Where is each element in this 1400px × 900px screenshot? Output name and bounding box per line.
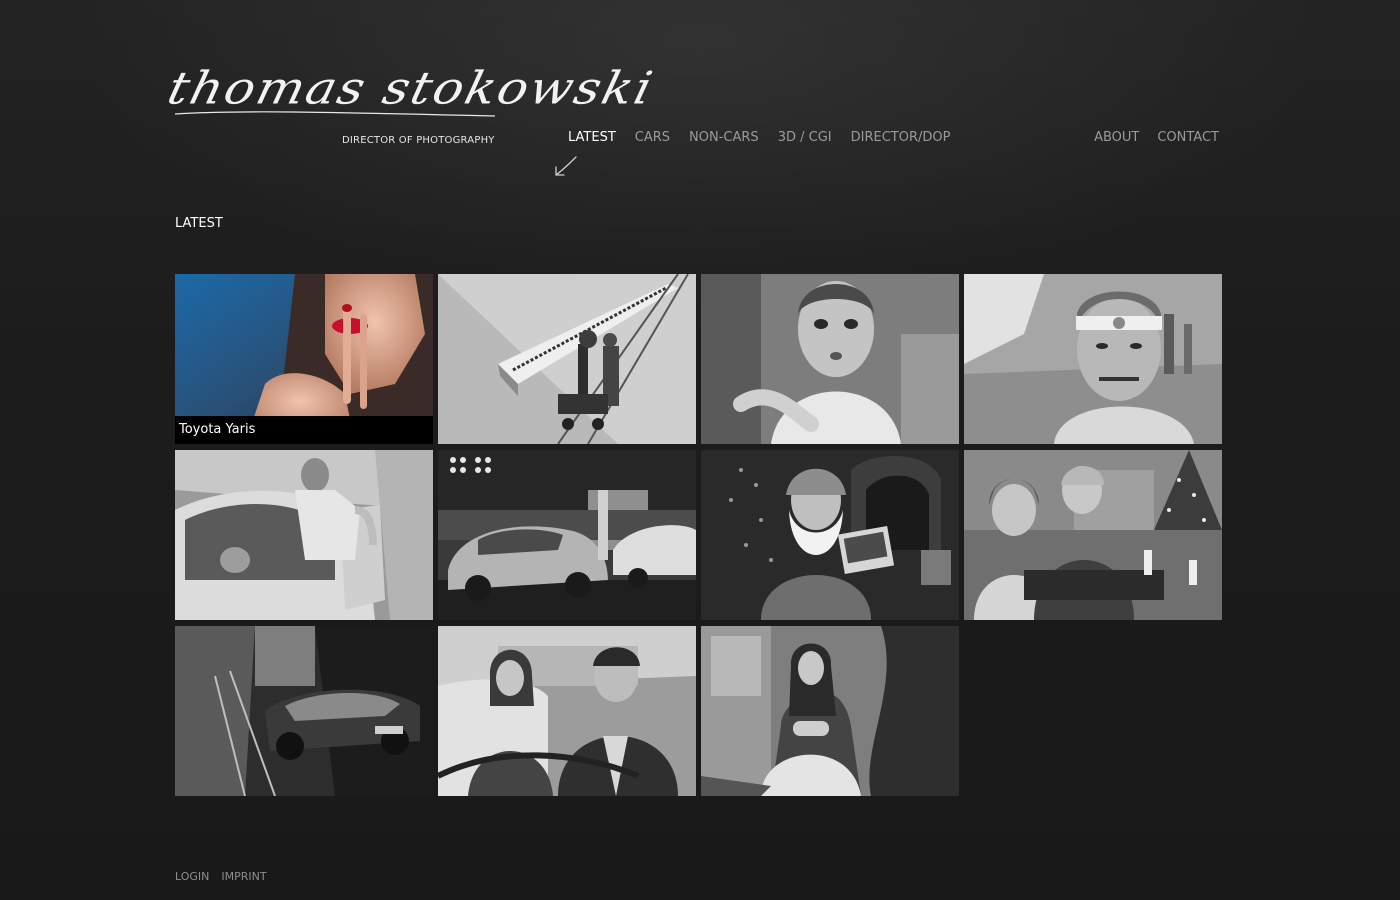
logo-underline-stroke: [175, 111, 496, 117]
thumbnail-image: [701, 626, 959, 796]
nav-item-director-dop[interactable]: DIRECTOR/DOP: [851, 130, 951, 145]
thumbnail-image: [964, 274, 1222, 444]
nav-item-3d-cgi[interactable]: 3D / CGI: [778, 130, 832, 145]
nav-item-about[interactable]: ABOUT: [1094, 130, 1139, 145]
thumbnail-image: [438, 274, 696, 444]
thumbnail-man-car-door[interactable]: [175, 450, 433, 620]
thumbnail-image: [964, 450, 1222, 620]
thumbnail-grid: Toyota Yaris: [175, 274, 1222, 796]
nav-item-latest[interactable]: LATEST: [568, 130, 616, 145]
nav-item-cars[interactable]: CARS: [635, 130, 670, 145]
thumbnail-cars-showroom[interactable]: [438, 450, 696, 620]
thumbnail-image: [438, 450, 696, 620]
thumbnail-santa-claus[interactable]: [701, 450, 959, 620]
site-logo[interactable]: thomas stokowski DIRECTOR OF PHOTOGRAPHY: [163, 62, 660, 152]
logo-subtitle: DIRECTOR OF PHOTOGRAPHY: [342, 135, 495, 146]
thumbnail-caption: Toyota Yaris: [175, 416, 433, 444]
page: thomas stokowski DIRECTOR OF PHOTOGRAPHY…: [0, 0, 1400, 900]
thumbnail-image: [701, 450, 959, 620]
thumbnail-image: [175, 450, 433, 620]
nav-item-contact[interactable]: CONTACT: [1157, 130, 1219, 145]
thumbnail-concept-car-street[interactable]: [175, 626, 433, 796]
thumbnail-image: [701, 274, 959, 444]
thumbnail-image: [175, 626, 433, 796]
nav-item-non-cars[interactable]: NON-CARS: [689, 130, 759, 145]
footer-links: LOGIN IMPRINT: [175, 870, 267, 883]
imprint-link[interactable]: IMPRINT: [221, 870, 266, 883]
hand-drawn-arrow-icon: [555, 156, 577, 176]
section-title: LATEST: [175, 216, 223, 231]
main-navigation: LATEST CARS NON-CARS 3D / CGI DIRECTOR/D…: [568, 130, 950, 145]
secondary-navigation: ABOUT CONTACT: [1094, 130, 1219, 145]
thumbnail-woman-kitchen[interactable]: [701, 626, 959, 796]
thumbnail-man-headband[interactable]: [964, 274, 1222, 444]
thumbnail-image: [438, 626, 696, 796]
thumbnail-children-christmas[interactable]: [964, 450, 1222, 620]
login-link[interactable]: LOGIN: [175, 870, 209, 883]
thumbnail-woman-surprised[interactable]: [701, 274, 959, 444]
thumbnail-woman-red-lips[interactable]: Toyota Yaris: [175, 274, 433, 444]
thumbnail-piano-camera-dolly[interactable]: [438, 274, 696, 444]
thumbnail-couple-in-car[interactable]: [438, 626, 696, 796]
